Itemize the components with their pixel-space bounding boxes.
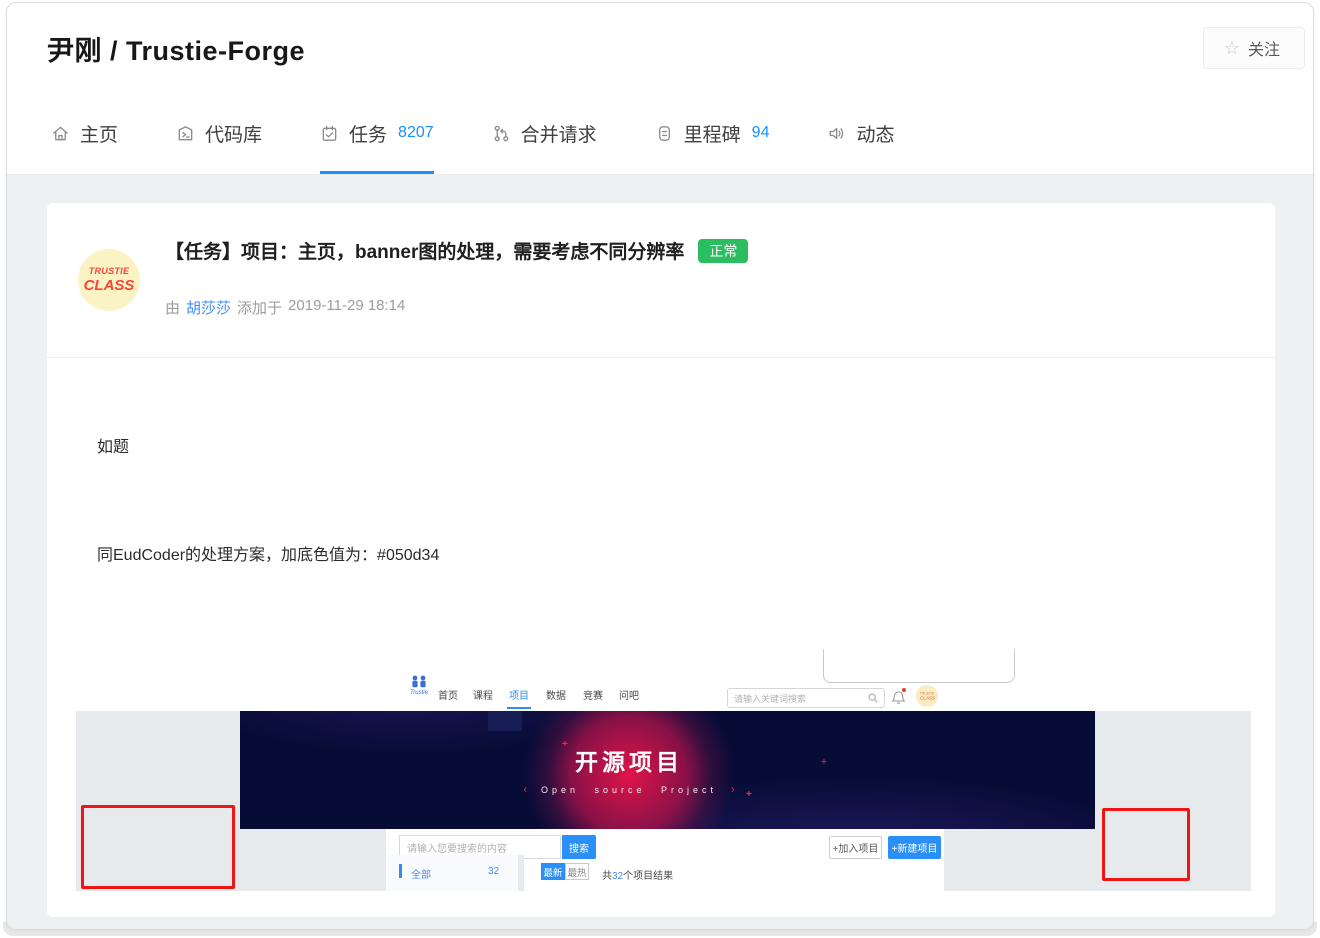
embedded-sort-hottest: 最热 <box>565 863 589 880</box>
embedded-new-project-button: +新建项目 <box>888 836 941 859</box>
notification-dot <box>902 688 906 692</box>
tab-repository-label: 代码库 <box>205 120 262 147</box>
tab-activity-label: 动态 <box>856 120 894 147</box>
filter-all-count: 32 <box>488 866 499 877</box>
embedded-search-button: 搜索 <box>562 835 596 859</box>
results-number: 32 <box>612 871 623 882</box>
search-icon <box>867 692 879 704</box>
tab-tasks-count: 8207 <box>398 124 434 142</box>
embedded-nav-search-placeholder: 请输入关键词搜索 <box>734 692 806 705</box>
author-link[interactable]: 胡莎莎 <box>186 297 231 318</box>
tab-merge-requests-label: 合并请求 <box>521 120 597 147</box>
annotation-rectangle-right <box>1102 808 1190 881</box>
filter-all-label: 全部 <box>411 866 431 881</box>
embedded-sort-newest: 最新 <box>541 863 565 880</box>
annotation-rectangle-left <box>81 805 235 889</box>
tab-activity[interactable]: 动态 <box>827 95 894 174</box>
activity-icon <box>827 124 846 143</box>
embedded-trustie-logo: Trustie <box>407 675 431 696</box>
banner-plus-mark: + <box>746 789 752 800</box>
bell-icon <box>891 688 907 706</box>
active-filter-bar <box>399 864 402 878</box>
tab-milestones-label: 里程碑 <box>684 120 741 147</box>
banner-subtitle-row: ‹ Open source Project › <box>523 784 734 796</box>
tab-milestones[interactable]: 里程碑 94 <box>655 95 770 174</box>
embedded-join-project-button: +加入项目 <box>829 836 882 859</box>
milestone-icon <box>655 124 674 143</box>
tab-merge-requests[interactable]: 合并请求 <box>492 95 597 174</box>
embedded-nav-forum: 问吧 <box>619 687 639 702</box>
attachment-screenshot-image[interactable]: Trustie 首页 课程 项目 数据 竞赛 问吧 请输入关键词搜索 <box>76 649 1251 891</box>
embedded-open-dropdown-panel <box>823 649 1015 683</box>
embedded-nav-home: 首页 <box>438 687 458 702</box>
task-body-line-1: 如题 <box>97 433 129 457</box>
chevron-left-icon: ‹ <box>523 784 527 796</box>
project-tabbar: 主页 代码库 任务 8207 合并请求 里程碑 94 动态 <box>7 95 1313 175</box>
tab-tasks[interactable]: 任务 8207 <box>320 95 434 174</box>
panel-gap <box>518 855 524 891</box>
tab-repository[interactable]: 代码库 <box>176 95 262 174</box>
tab-home-label: 主页 <box>80 120 118 147</box>
banner-title: 开源项目 <box>523 743 734 777</box>
tasks-icon <box>320 124 339 143</box>
embedded-nav-projects: 项目 <box>509 687 529 702</box>
meta-middle: 添加于 <box>237 297 282 318</box>
home-icon <box>51 124 70 143</box>
embedded-content-panel: 请输入您要搜索的内容 搜索 +加入项目 +新建项目 全部 32 最新 最热 <box>386 829 944 891</box>
tab-tasks-label: 任务 <box>349 120 387 147</box>
app-window: 尹刚 / Trustie-Forge ☆ 关注 主页 代码库 任务 8207 合… <box>6 2 1314 930</box>
task-card: TRUSTIE CLASS 【任务】项目：主页，banner图的处理，需要考虑不… <box>47 203 1275 917</box>
meta-prefix: 由 <box>165 297 180 318</box>
avatar-text-bottom: CLASS <box>84 277 135 294</box>
task-title-row: 【任务】项目：主页，banner图的处理，需要考虑不同分辨率 正常 <box>165 237 748 264</box>
project-header: 尹刚 / Trustie-Forge ☆ 关注 <box>7 3 1313 95</box>
project-title: 尹刚 / Trustie-Forge <box>47 29 305 68</box>
embedded-page-body: + + + 开源项目 ‹ Open source Project › <box>76 711 1251 891</box>
task-title: 【任务】项目：主页，banner图的处理，需要考虑不同分辨率 <box>165 237 684 264</box>
embedded-nav-courses: 课程 <box>473 687 493 702</box>
merge-icon <box>492 124 511 143</box>
embedded-banner: + + + 开源项目 ‹ Open source Project › <box>240 711 1095 829</box>
embedded-nav-active-underline <box>507 707 531 709</box>
embedded-user-avatar: TRUSTIE CLASS <box>916 685 938 707</box>
banner-plus-mark: + <box>821 757 827 768</box>
banner-text: 开源项目 ‹ Open source Project › <box>523 743 734 796</box>
banner-light-patch <box>488 711 522 731</box>
embedded-avatar-text-bottom: CLASS <box>920 696 935 699</box>
task-body-line-2: 同EudCoder的处理方案，加底色值为：#050d34 <box>97 541 439 565</box>
embedded-brand-text: Trustie <box>407 690 431 696</box>
follow-button-label: 关注 <box>1248 36 1280 60</box>
star-icon: ☆ <box>1224 39 1240 57</box>
card-divider <box>47 357 1275 358</box>
results-prefix: 共 <box>602 871 612 882</box>
embedded-nav-search-input: 请输入关键词搜索 <box>727 688 885 708</box>
tab-milestones-count: 94 <box>752 124 770 142</box>
task-meta: 由 胡莎莎 添加于 2019-11-29 18:14 <box>165 297 405 318</box>
follow-button[interactable]: ☆ 关注 <box>1203 27 1305 69</box>
embedded-results-count: 共32个项目结果 <box>602 867 673 882</box>
content-area: TRUSTIE CLASS 【任务】项目：主页，banner图的处理，需要考虑不… <box>7 175 1313 930</box>
results-suffix: 个项目结果 <box>623 871 673 882</box>
repo-icon <box>176 124 195 143</box>
embedded-filter-sidebar: 全部 32 <box>386 855 518 891</box>
status-badge: 正常 <box>698 239 748 263</box>
chevron-right-icon: › <box>731 784 735 796</box>
embedded-nav-competitions: 竞赛 <box>583 687 603 702</box>
avatar-text-top: TRUSTIE <box>89 266 130 276</box>
embedded-navbar: Trustie 首页 课程 项目 数据 竞赛 问吧 请输入关键词搜索 <box>76 649 1251 711</box>
project-avatar[interactable]: TRUSTIE CLASS <box>78 249 140 311</box>
tab-home[interactable]: 主页 <box>51 95 118 174</box>
task-timestamp: 2019-11-29 18:14 <box>288 297 405 318</box>
embedded-avatar-text-top: TRUSTIE <box>920 692 934 694</box>
banner-subtitle: Open source Project <box>541 785 717 795</box>
embedded-search-placeholder: 请输入您要搜索的内容 <box>407 840 507 855</box>
trustie-logo-icon <box>410 675 428 690</box>
embedded-nav-data: 数据 <box>546 687 566 702</box>
